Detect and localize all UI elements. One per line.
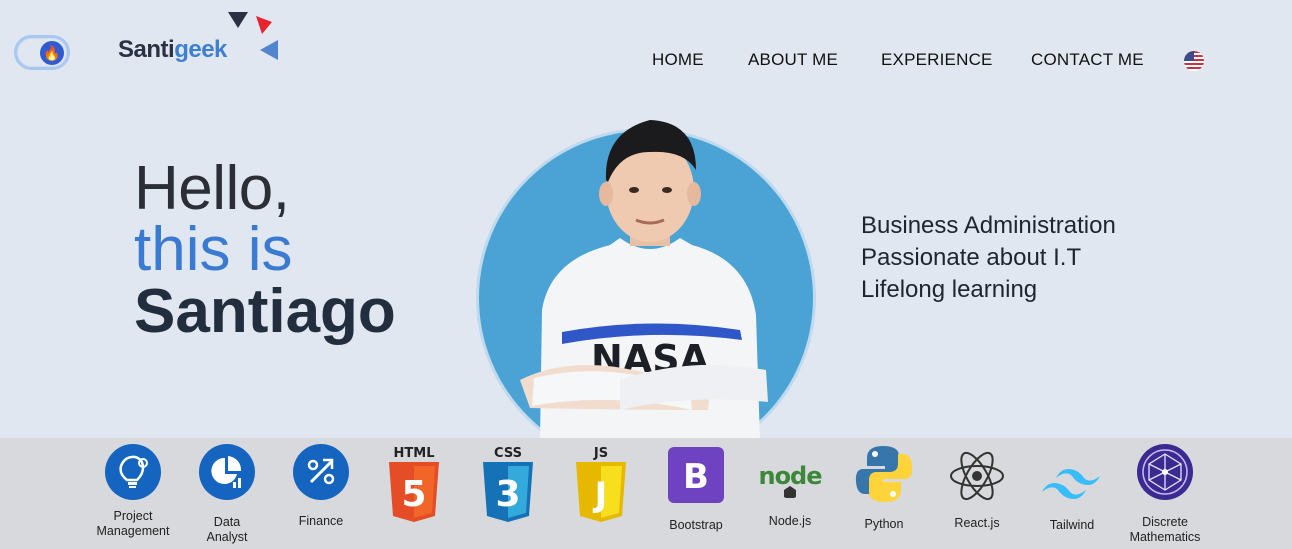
css3-icon: CSS 3 — [479, 444, 537, 529]
skill-label: Tailwind — [1049, 518, 1095, 532]
skill-label: Bootstrap — [669, 518, 723, 532]
us-flag-icon[interactable] — [1184, 51, 1204, 71]
logo-text-part2: geek — [174, 36, 227, 63]
skill-label: Python — [864, 517, 904, 531]
hero-greeting: Hello, — [134, 154, 290, 223]
hero-name: Santiago — [134, 277, 396, 346]
network-icon — [1137, 444, 1193, 505]
logo-text-part1: Santi — [118, 36, 175, 63]
skill-label: Data Analyst — [206, 515, 248, 544]
skill-label: Project Management — [96, 509, 170, 538]
hero-tagline: Business Administration Passionate about… — [861, 210, 1116, 306]
logo-text: Santigeek — [118, 36, 227, 64]
svg-text:HTML: HTML — [394, 446, 435, 461]
nodejs-icon: node — [756, 458, 824, 503]
flame-icon: 🔥 — [40, 41, 64, 65]
python-icon — [855, 444, 913, 509]
nav-about-me[interactable]: ABOUT ME — [748, 50, 838, 70]
svg-text:JS: JS — [593, 446, 608, 461]
js-icon: JS J — [572, 444, 630, 529]
skill-label: Finance — [298, 514, 344, 528]
skill-label: Discrete Mathematics — [1129, 515, 1201, 544]
pie-chart-icon — [199, 444, 255, 505]
bootstrap-icon: B — [668, 447, 724, 508]
svg-text:B: B — [683, 457, 709, 497]
svg-text:J: J — [593, 475, 608, 515]
logo-triangles-icon — [228, 12, 278, 60]
site-logo[interactable]: Santigeek — [118, 10, 288, 70]
nav-experience[interactable]: EXPERIENCE — [881, 50, 993, 70]
theme-toggle[interactable]: 🔥 — [14, 35, 70, 70]
tagline-line: Lifelong learning — [861, 276, 1038, 303]
svg-text:CSS: CSS — [494, 446, 522, 461]
hero-this-is: this is — [134, 215, 293, 284]
skills-bar: ProjectManagement DataAnalyst Finance — [0, 438, 1292, 549]
tailwind-icon — [1040, 462, 1104, 507]
percent-icon — [293, 444, 349, 505]
nav-home[interactable]: HOME — [652, 50, 704, 70]
skill-label: React.js — [954, 516, 1000, 530]
html5-icon: HTML 5 — [385, 444, 443, 529]
react-icon — [948, 448, 1006, 509]
svg-text:node: node — [758, 462, 822, 490]
skill-label: Node.js — [768, 514, 812, 528]
lightbulb-gear-icon — [105, 444, 161, 505]
svg-text:3: 3 — [495, 474, 520, 515]
tagline-line: Passionate about I.T — [861, 244, 1082, 271]
tagline-line: Business Administration — [861, 212, 1116, 239]
profile-photo: NASA — [470, 110, 830, 440]
nav-contact-me[interactable]: CONTACT ME — [1031, 50, 1144, 70]
svg-text:5: 5 — [401, 474, 426, 515]
